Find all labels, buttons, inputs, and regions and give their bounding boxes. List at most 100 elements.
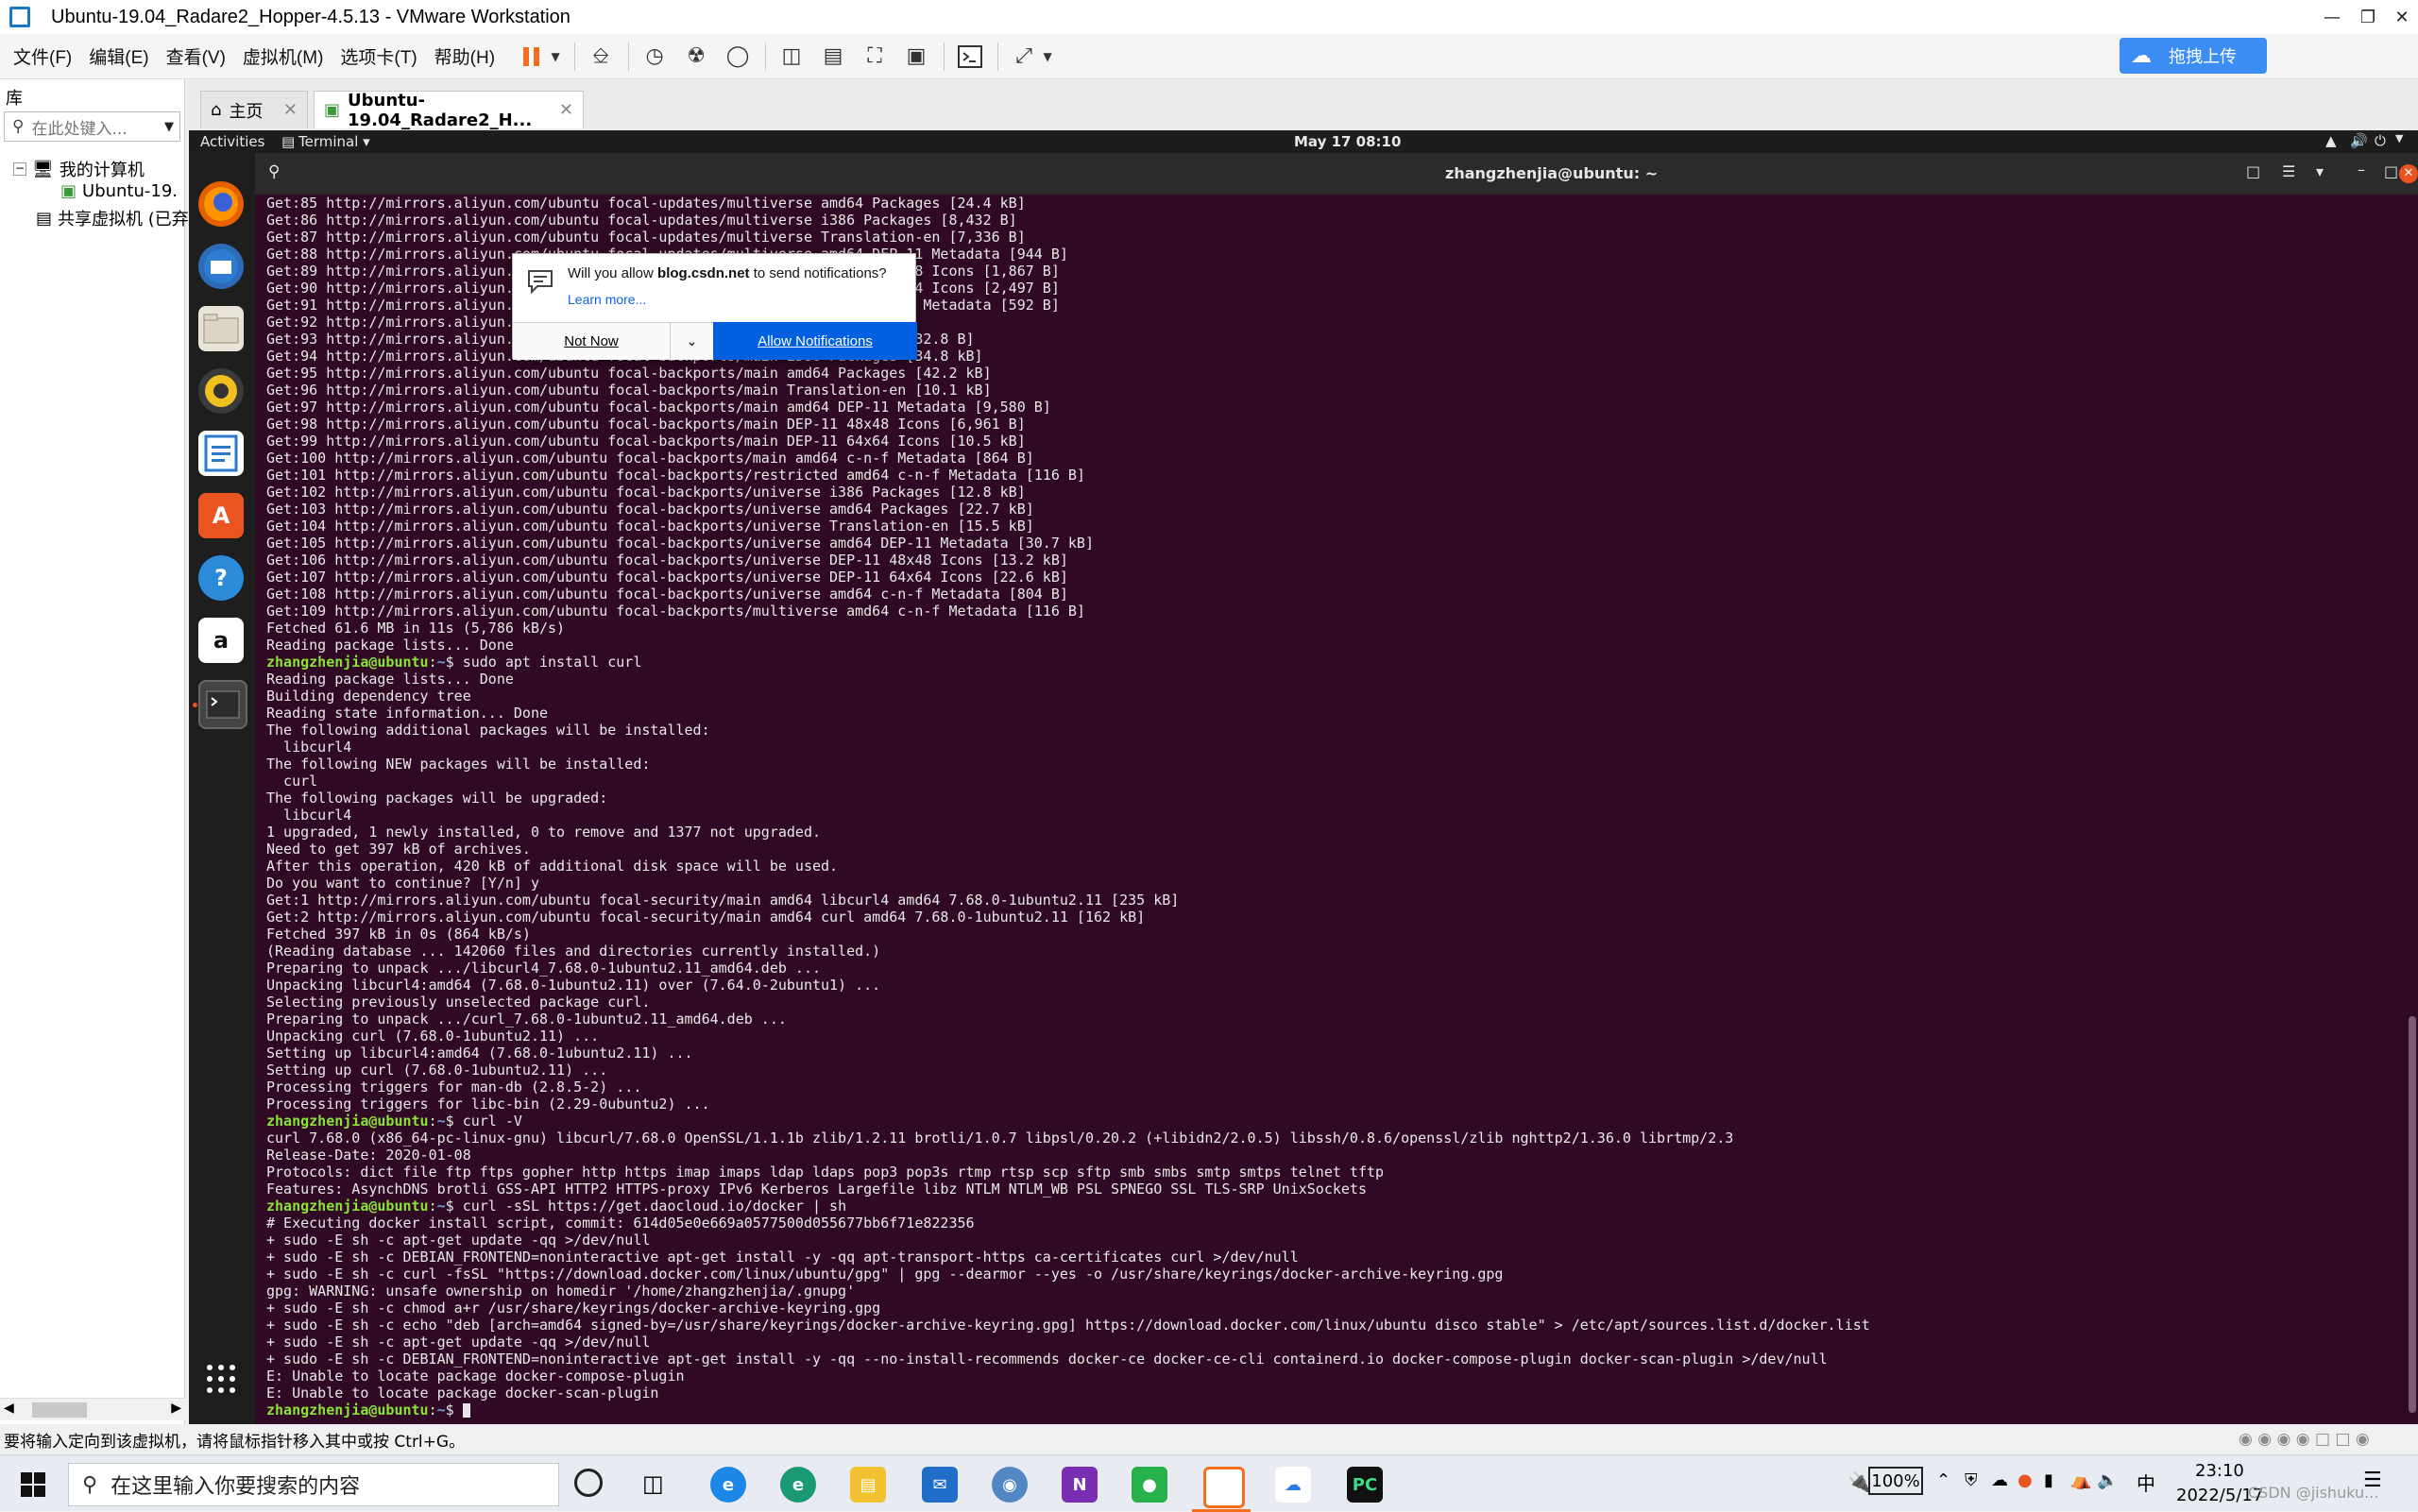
power-icon[interactable]: ⏻ — [2375, 132, 2386, 149]
ime-indicator[interactable]: 中 — [2137, 1469, 2155, 1496]
menu-tabs[interactable]: 选项卡(T) — [340, 43, 417, 69]
baidu-netdisk-icon[interactable]: ☁ — [1275, 1467, 1311, 1503]
menu-help[interactable]: 帮助(H) — [434, 43, 495, 69]
fullscreen-icon[interactable]: ⛶ — [859, 41, 891, 73]
app-menu[interactable]: Terminal ▾ — [298, 133, 370, 150]
hamburger-menu-icon[interactable]: ☰ — [2282, 162, 2295, 180]
terminal-line: Get:87 http://mirrors.aliyun.com/ubuntu … — [266, 229, 1026, 246]
speaker-icon[interactable]: 🔈 — [2097, 1470, 2118, 1490]
tray-app-icon[interactable]: ● — [2018, 1470, 2033, 1490]
activities-button[interactable]: Activities — [200, 133, 264, 150]
pause-dropdown-icon[interactable]: ▼ — [548, 41, 563, 73]
snapshot-icon[interactable]: ◷ — [639, 41, 671, 73]
tray-chevron-icon[interactable]: ⌃ — [1936, 1470, 1950, 1490]
tab-close-icon[interactable]: ✕ — [559, 100, 573, 120]
menu-edit[interactable]: 编辑(E) — [89, 43, 148, 69]
tree-item-ubuntu-vm[interactable]: ▣ Ubuntu-19. — [60, 181, 178, 201]
terminal-minimize-icon[interactable]: – — [2358, 161, 2365, 178]
mail-icon[interactable]: ✉ — [922, 1467, 958, 1503]
show-applications-icon[interactable] — [198, 1356, 244, 1402]
software-center-icon[interactable]: A — [198, 493, 244, 538]
vmware-taskbar-icon[interactable] — [1203, 1467, 1245, 1508]
prompt-user: zhangzhenjia@ubuntu — [266, 1198, 429, 1215]
action-center-icon[interactable]: ☰ — [2363, 1469, 2382, 1492]
library-horizontal-scrollbar[interactable]: ◀ ▶ — [0, 1398, 185, 1420]
unity-icon[interactable]: ▣ — [900, 41, 932, 73]
console-view-icon[interactable] — [954, 41, 986, 73]
chevron-down-icon[interactable]: ▼ — [164, 120, 174, 134]
tab-home[interactable]: ⌂ 主页 ✕ — [200, 91, 308, 128]
library-panel: 库 ⚲ 在此处键入... ▼ − 🖥 我的计算机 ▣ Ubuntu-19. ▤ … — [0, 79, 189, 1424]
stretch-dropdown-icon[interactable]: ▼ — [1040, 41, 1055, 73]
allow-notifications-button[interactable]: Allow Notifications — [713, 322, 917, 360]
ie-icon[interactable]: e — [710, 1467, 746, 1503]
pycharm-icon[interactable]: PC — [1347, 1467, 1383, 1503]
network-icon[interactable]: ▲ — [2325, 132, 2337, 149]
rhythmbox-icon[interactable] — [198, 368, 244, 414]
library-toggle-icon[interactable]: ◫ — [775, 41, 808, 73]
terminal-scrollbar[interactable] — [2409, 1016, 2416, 1413]
windows-start-icon[interactable] — [21, 1472, 45, 1501]
tab-ubuntu-vm[interactable]: ▣ Ubuntu-19.04_Radare2_H... ✕ — [314, 91, 584, 130]
new-tab-icon[interactable]: □ — [2246, 162, 2260, 180]
send-ctrl-alt-del-icon[interactable]: ⎒ — [585, 41, 617, 73]
stretch-icon[interactable]: ⤢ — [1008, 41, 1040, 73]
system-menu-chevron-icon[interactable]: ▼ — [2395, 132, 2403, 144]
menu-vm[interactable]: 虚拟机(M) — [243, 43, 323, 69]
tab-close-icon[interactable]: ✕ — [283, 100, 298, 120]
terminal-menu-chevron-icon[interactable]: ▾ — [2316, 162, 2324, 180]
computer-icon: 🖥 — [32, 159, 54, 179]
upload-button[interactable]: ☁ 拖拽上传 — [2120, 38, 2267, 74]
onedrive-icon[interactable]: ☁ — [1991, 1470, 2008, 1490]
terminal-search-icon[interactable]: ⚲ — [268, 162, 280, 181]
files-icon[interactable] — [198, 306, 244, 351]
thunderbird-icon[interactable] — [198, 244, 244, 289]
snapshot-manager-icon[interactable]: ◯ — [722, 41, 754, 73]
battery-tray-icon[interactable]: ▮ — [2044, 1470, 2053, 1490]
thumbnail-bar-icon[interactable]: ▤ — [817, 41, 849, 73]
library-search-input[interactable]: ⚲ 在此处键入... ▼ — [4, 111, 180, 142]
learn-more-link[interactable]: Learn more... — [568, 292, 646, 307]
edge-icon[interactable]: e — [780, 1467, 816, 1503]
file-explorer-icon[interactable]: ▤ — [850, 1467, 886, 1503]
running-indicator — [193, 703, 197, 707]
revert-snapshot-icon[interactable]: ☢ — [680, 41, 712, 73]
tree-item-my-computer[interactable]: − 🖥 我的计算机 — [13, 157, 145, 181]
collapse-icon[interactable]: − — [13, 162, 26, 176]
network-app-icon[interactable]: ◉ — [992, 1467, 1028, 1503]
terminal-line: Reading package lists... Done — [266, 637, 514, 654]
pause-icon[interactable] — [516, 41, 548, 73]
cortana-icon[interactable] — [574, 1469, 603, 1497]
taskbar-clock-time[interactable]: 23:10 — [2195, 1461, 2244, 1481]
menu-view[interactable]: 查看(V) — [166, 43, 226, 69]
terminal-line: + sudo -E sh -c echo "deb [arch=amd64 si… — [266, 1317, 1870, 1334]
terminal-line: The following packages will be upgraded: — [266, 790, 608, 807]
notification-dropdown-icon[interactable]: ⌄ — [670, 322, 713, 360]
terminal-dock-icon[interactable] — [198, 680, 247, 729]
close-icon[interactable]: ✕ — [2380, 0, 2418, 34]
taskbar-search-box[interactable]: ⚲ 在这里输入你要搜索的内容 — [68, 1463, 559, 1506]
vmware-statusbar: 要将输入定向到该虚拟机，请将鼠标指针移入其中或按 Ctrl+G。 ◉ ◉ ◉ ◉… — [0, 1424, 2418, 1454]
amazon-icon[interactable]: a — [198, 618, 244, 663]
tree-item-shared-vms[interactable]: ▤ 共享虚拟机 (已弃 — [36, 206, 189, 230]
firefox-icon[interactable] — [198, 181, 244, 227]
terminal-close-icon[interactable]: ✕ — [2399, 164, 2418, 183]
security-icon[interactable]: ⛨ — [1965, 1470, 1978, 1490]
menu-file[interactable]: 文件(F) — [13, 43, 72, 69]
libreoffice-writer-icon[interactable] — [198, 431, 244, 476]
onenote-icon[interactable]: N — [1062, 1467, 1098, 1503]
terminal-output[interactable]: Get:85 http://mirrors.aliyun.com/ubuntu … — [255, 195, 2418, 1424]
volume-icon[interactable]: 🔊 — [2350, 132, 2368, 149]
terminal-maximize-icon[interactable]: □ — [2384, 162, 2398, 180]
task-view-icon[interactable]: ◫ — [642, 1470, 664, 1497]
help-icon[interactable]: ? — [198, 555, 244, 601]
vm-display[interactable]: Activities ▤ Terminal ▾ May 17 08:10 ▲ 🔊… — [189, 130, 2418, 1424]
not-now-button[interactable]: Not Now — [513, 322, 670, 360]
device-status-icons[interactable]: ◉ ◉ ◉ ◉ □ □ ◉ — [2239, 1430, 2370, 1449]
clock[interactable]: May 17 08:10 — [1294, 133, 1401, 150]
battery-indicator[interactable]: 100% — [1868, 1467, 1923, 1495]
windows-taskbar: ⚲ 在这里输入你要搜索的内容 ◫ e e ▤ ✉ ◉ N ● ☁ PC 🔌 10… — [0, 1454, 2418, 1512]
wechat-icon[interactable]: ● — [1132, 1467, 1167, 1503]
terminal-line: Get:1 http://mirrors.aliyun.com/ubuntu f… — [266, 892, 1180, 909]
wifi-icon[interactable]: ⛺ — [2070, 1470, 2091, 1490]
